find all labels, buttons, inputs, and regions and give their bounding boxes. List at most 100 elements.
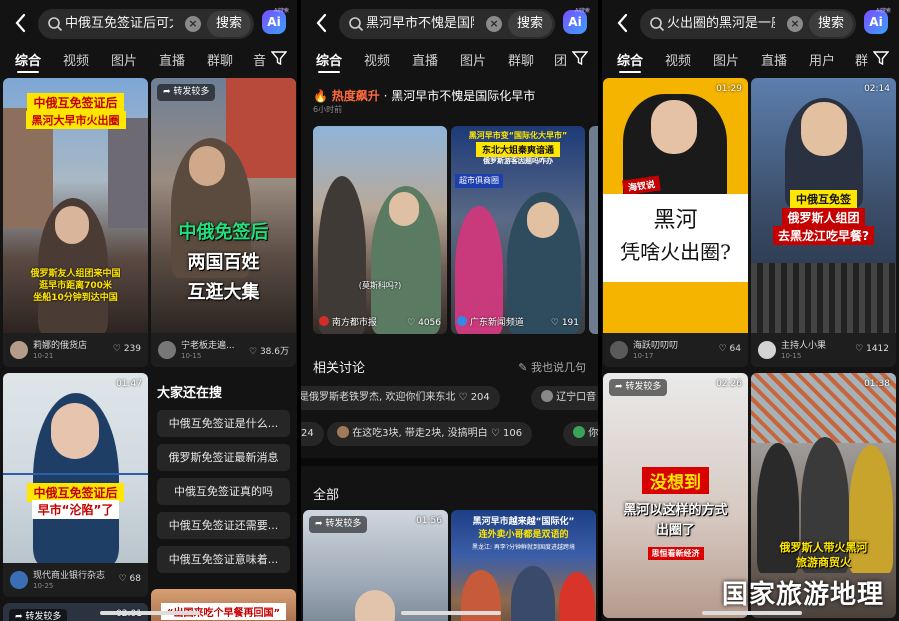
home-indicator[interactable] <box>100 611 200 615</box>
search-button[interactable]: 搜索 <box>508 11 552 37</box>
tab-video[interactable]: 视频 <box>63 50 89 69</box>
tab-group-buy[interactable]: 团 <box>554 50 567 69</box>
home-indicator[interactable] <box>401 611 501 615</box>
like-count[interactable]: ♡ 239 <box>113 344 141 354</box>
home-indicator[interactable] <box>702 611 802 615</box>
search-input[interactable]: 中俄互免签证后可太扌 × 搜索 <box>38 9 254 39</box>
author-name[interactable]: 莉娜的俄货店 <box>33 338 87 351</box>
tab-video[interactable]: 视频 <box>364 50 390 69</box>
video-thumbnail: 黑河早市越来越“国际化” 连外卖小哥都是双语的 黑龙江: 再李?分钟鲜就到国度进… <box>451 510 596 621</box>
post-date: 10-25 <box>33 582 54 590</box>
author-name[interactable]: 主持人小果 <box>781 338 826 351</box>
avatar[interactable] <box>158 341 176 359</box>
tab-underline <box>318 71 340 73</box>
filter-icon[interactable] <box>271 50 287 66</box>
clear-icon[interactable]: × <box>185 16 201 32</box>
fire-icon: 🔥 <box>313 89 328 103</box>
avatar[interactable] <box>10 341 28 359</box>
search-tabs: 综合 视频 直播 图片 群聊 团 <box>301 46 598 74</box>
video-thumbnail: 01:47 中俄互免签证后 早市“沦陷”了 <box>3 373 148 565</box>
tab-all[interactable]: 综合 <box>316 50 342 69</box>
video-card[interactable]: ➦ 转发较多 中俄免签后 两国百姓 互逛大集 宁老板走遍... 10-15 ♡ … <box>151 78 296 367</box>
post-date: 10-21 <box>33 352 54 360</box>
source-logo-icon <box>319 316 329 326</box>
author-name[interactable]: 广东新闻频道 <box>470 318 524 328</box>
search-button[interactable]: 搜索 <box>809 11 853 37</box>
search-input[interactable]: 火出圈的黑河是一座 × 搜索 <box>640 9 856 39</box>
like-count[interactable]: ♡ 64 <box>719 344 741 354</box>
avatar[interactable] <box>610 341 628 359</box>
video-card[interactable]: 01:29 海钗说 黑河 凭啥火出圈? 海跃叨叨叨 10-17 ♡ 64 <box>603 78 748 367</box>
ai-tag: AI搜索 <box>274 8 289 14</box>
suggestion-item[interactable]: 中俄互免签证意味着... <box>157 546 290 573</box>
video-thumbnail: (莫斯科吗?) 南方都市报 ♡ 4056 <box>313 126 447 334</box>
video-card[interactable]: 02:14 中俄互免签 俄罗斯人组团 去黑龙江吃早餐? 主持人小果 10-15 … <box>751 78 896 367</box>
hot-topic-header[interactable]: 🔥 热度飙升 · 黑河早市不愧是国际化早市 <box>313 87 535 104</box>
tab-images[interactable]: 图片 <box>713 50 739 69</box>
tab-music[interactable]: 音 <box>253 50 266 69</box>
video-card[interactable] <box>589 126 598 334</box>
video-card[interactable]: 黑河早市变“国际化大早市” 东北大姐秦爽谙通 俄罗斯游客因题吗咋办 超市俱商圈 … <box>451 126 585 334</box>
search-button[interactable]: 搜索 <box>207 11 251 37</box>
tab-video[interactable]: 视频 <box>665 50 691 69</box>
tab-live[interactable]: 直播 <box>159 50 185 69</box>
discussion-chip[interactable]: 在这吃3块, 带走2块, 没搞明白 ♡ 106 <box>327 422 533 446</box>
discussion-chip[interactable]: 是俄罗斯老铁罗杰, 欢迎你们来东北 ♡ 204 <box>301 386 500 410</box>
author-name[interactable]: 宁老板走遍... <box>181 338 235 351</box>
video-card[interactable]: ➦ 转发较多 01:56 <box>303 510 448 621</box>
clear-icon[interactable]: × <box>486 16 502 32</box>
back-arrow-icon[interactable] <box>313 12 331 34</box>
search-input[interactable]: 黑河早市不愧是国际化 × 搜索 <box>339 9 555 39</box>
filter-icon[interactable] <box>873 50 889 66</box>
suggestion-item[interactable]: 中俄互免签证是什么... <box>157 410 290 437</box>
tab-all[interactable]: 综合 <box>15 50 41 69</box>
tab-live[interactable]: 直播 <box>761 50 787 69</box>
back-arrow-icon[interactable] <box>12 12 30 34</box>
face-shape <box>389 192 419 226</box>
avatar[interactable] <box>758 341 776 359</box>
clear-icon[interactable]: × <box>787 16 803 32</box>
tab-groups[interactable]: 群聊 <box>207 50 233 69</box>
hot-label: 热度飙升 <box>331 89 380 103</box>
source-logo-icon <box>457 316 467 326</box>
discussion-chip[interactable]: 你 <box>563 422 598 446</box>
search-header: 黑河早市不愧是国际化 × 搜索 Ai AI搜索 <box>301 0 598 46</box>
author-name[interactable]: 海跃叨叨叨 <box>633 338 678 351</box>
caption-line: 黑河 <box>653 208 698 233</box>
tab-images[interactable]: 图片 <box>111 50 137 69</box>
video-card[interactable]: “出国来吃个早餐再回国” <box>151 589 296 621</box>
tab-images[interactable]: 图片 <box>460 50 486 69</box>
tab-live[interactable]: 直播 <box>412 50 438 69</box>
video-thumbnail: “出国来吃个早餐再回国” <box>151 589 296 621</box>
face-shape <box>189 146 225 186</box>
like-count[interactable]: ♡ 4056 <box>407 318 441 328</box>
subtitle: 俄罗斯友人组团来中国 逛早市距离700米 坐船10分钟到达中国 <box>30 269 121 303</box>
caption-line: 黑河早市越来越“国际化” <box>472 517 575 527</box>
discussion-chip[interactable]: 辽宁口音 <box>531 386 598 410</box>
like-count[interactable]: ♡ 68 <box>119 574 141 584</box>
video-card[interactable]: (莫斯科吗?) 南方都市报 ♡ 4056 <box>313 126 447 334</box>
tab-groups[interactable]: 群聊 <box>508 50 534 69</box>
discussion-chip[interactable]: 24 <box>301 422 324 446</box>
video-duration: 02:26 <box>716 379 742 389</box>
comment-link[interactable]: ✎ 我也说几句 <box>518 359 586 375</box>
video-card[interactable]: 01:47 中俄互免签证后 早市“沦陷”了 现代商业银行杂志 10-25 ♡ 6… <box>3 373 148 597</box>
author-name[interactable]: 现代商业银行杂志 <box>33 568 105 581</box>
tab-users[interactable]: 用户 <box>809 50 835 69</box>
video-thumbnail: ➦ 转发较多 中俄免签后 两国百姓 互逛大集 <box>151 78 296 335</box>
back-arrow-icon[interactable] <box>614 12 632 34</box>
like-count[interactable]: ♡ 191 <box>551 318 579 328</box>
suggestion-item[interactable]: 中俄互免签证还需要... <box>157 512 290 539</box>
tab-all[interactable]: 综合 <box>617 50 643 69</box>
suggestion-item[interactable]: 俄罗斯免签证最新消息 <box>157 444 290 471</box>
avatar[interactable] <box>10 571 28 589</box>
author-name[interactable]: 南方都市报 <box>332 318 377 328</box>
like-count[interactable]: ♡ 38.6万 <box>249 344 289 357</box>
share-badge: ➦ 转发较多 <box>609 379 668 396</box>
video-card[interactable]: 黑河早市越来越“国际化” 连外卖小哥都是双语的 黑龙江: 再李?分钟鲜就到国度进… <box>451 510 596 621</box>
video-card[interactable]: 中俄互免签证后 黑河大早市火出圈 俄罗斯友人组团来中国 逛早市距离700米 坐船… <box>3 78 148 367</box>
suggestion-item[interactable]: 中俄互免签证真的吗 <box>157 478 290 505</box>
filter-icon[interactable] <box>572 50 588 66</box>
like-count[interactable]: ♡ 1412 <box>855 344 889 354</box>
tab-groups[interactable]: 群 <box>855 50 868 69</box>
